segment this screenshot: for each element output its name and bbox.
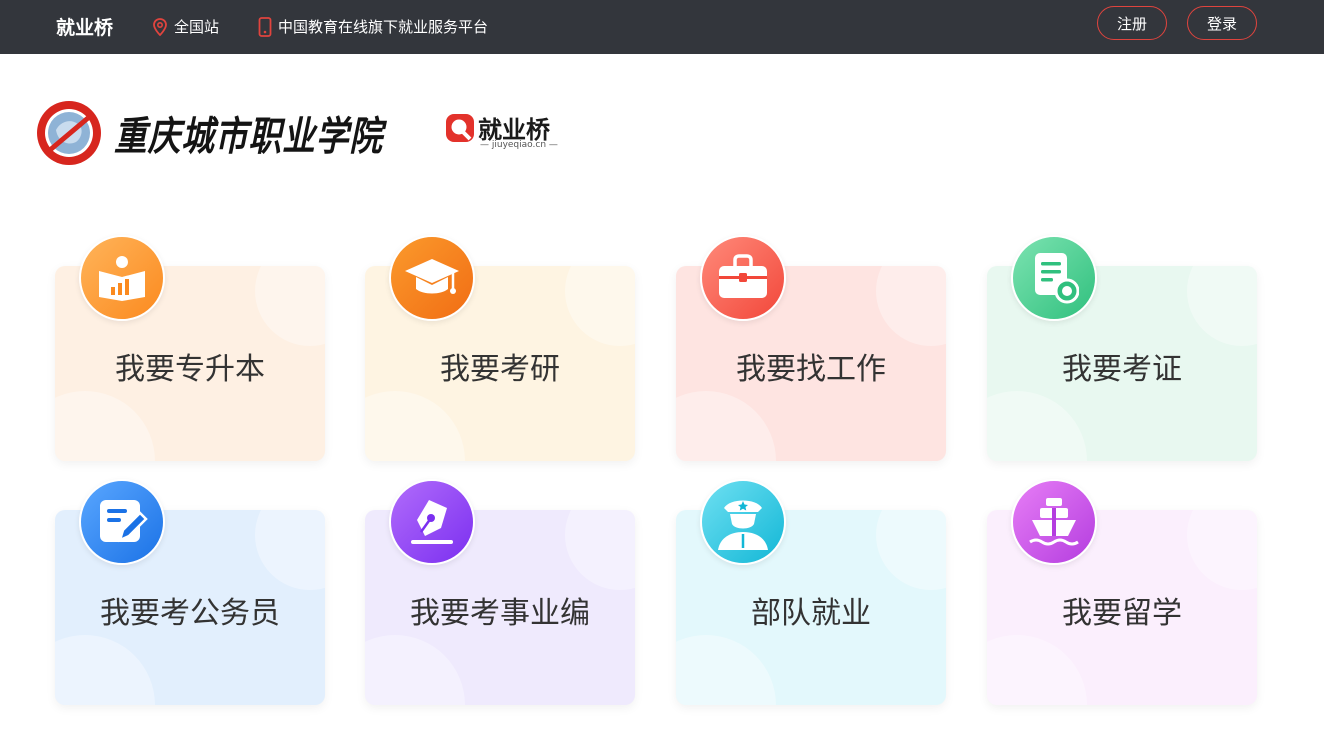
logo-area: 重庆城市职业学院 就业桥 — jiuyeqiao.cn — (36, 100, 576, 166)
platform-domain: — jiuyeqiao.cn — (480, 140, 558, 150)
card-label: 我要找工作 (736, 352, 886, 387)
soldier-icon (700, 479, 786, 565)
site-label: 全国站 (174, 18, 220, 36)
register-button[interactable]: 注册 (1097, 6, 1167, 40)
card-label: 部队就业 (751, 596, 871, 631)
jiuyeqiao-logo-icon (446, 114, 474, 142)
site-selector[interactable]: 全国站 (152, 16, 219, 37)
school-name: 重庆城市职业学院 (114, 113, 383, 160)
slogan-text: 中国教育在线旗下就业服务平台 (278, 18, 489, 36)
brand-name[interactable]: 就业桥 (56, 13, 113, 40)
ship-icon (1011, 479, 1097, 565)
card-label: 我要留学 (1062, 596, 1182, 631)
login-button[interactable]: 登录 (1187, 6, 1257, 40)
location-pin-icon (153, 17, 167, 36)
card-label: 我要考公务员 (100, 596, 280, 631)
open-book-chart-icon (79, 235, 165, 321)
card-label: 我要考事业编 (410, 596, 590, 631)
graduation-cap-icon (389, 235, 475, 321)
card-label: 我要专升本 (115, 352, 265, 387)
edit-document-icon (79, 479, 165, 565)
top-bar: 就业桥 全国站 中国教育在线旗下就业服务平台 注册 登录 (0, 0, 1324, 54)
card-label: 我要考研 (440, 352, 560, 387)
platform-slogan[interactable]: 中国教育在线旗下就业服务平台 (258, 16, 488, 37)
certificate-icon (1011, 235, 1097, 321)
school-seal-logo (37, 101, 101, 165)
card-label: 我要考证 (1062, 352, 1182, 387)
briefcase-icon (700, 235, 786, 321)
pen-nib-icon (389, 479, 475, 565)
mobile-phone-icon (258, 16, 272, 37)
